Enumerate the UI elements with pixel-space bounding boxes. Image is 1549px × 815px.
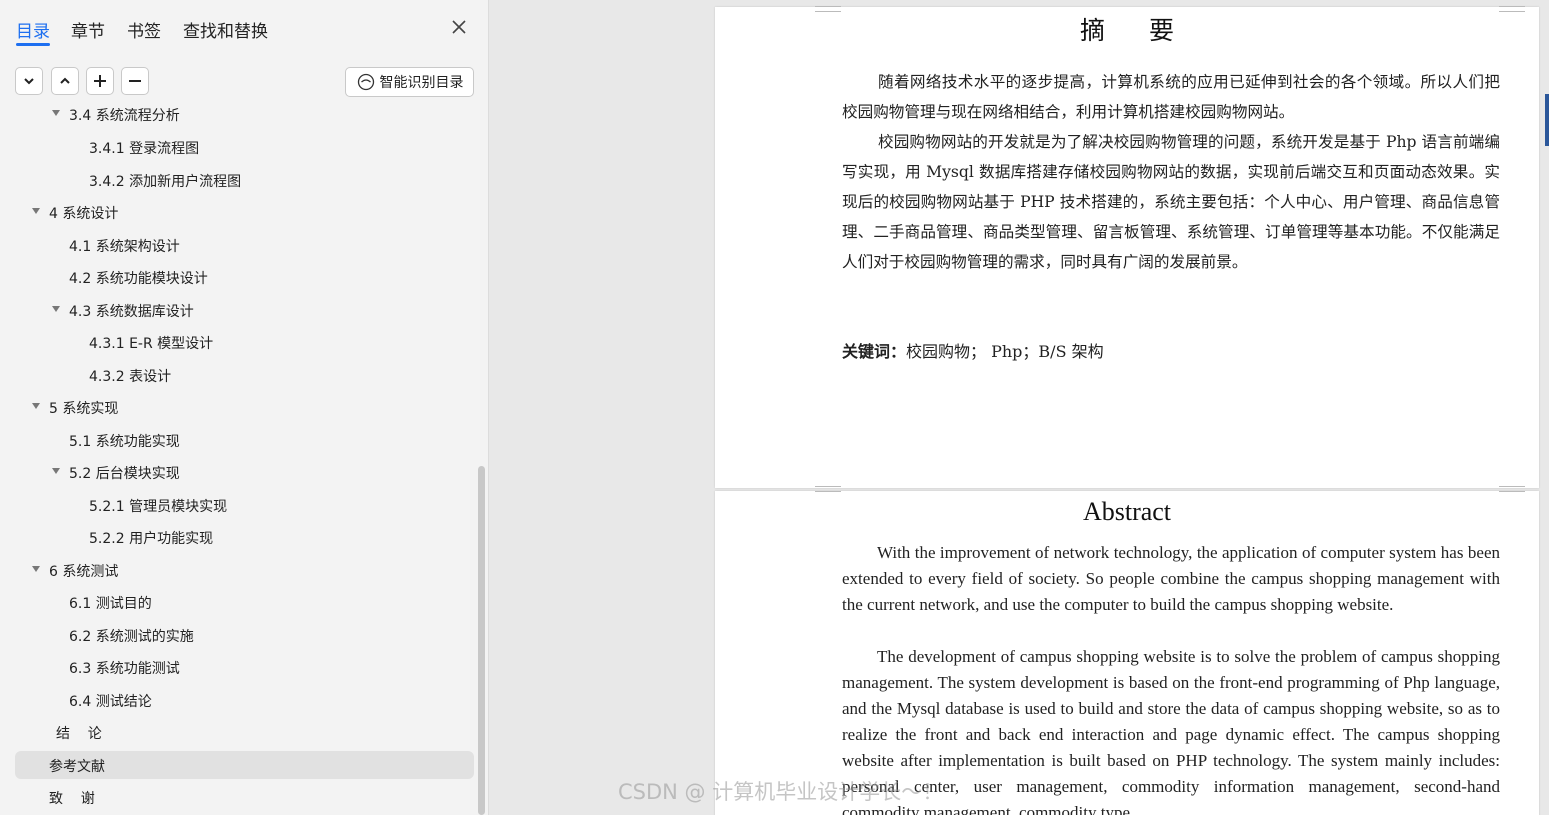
abstract-title-en: Abstract bbox=[1082, 497, 1172, 526]
toc-item[interactable]: 4.3 系统数据库设计 bbox=[15, 296, 474, 324]
caret-down-icon bbox=[52, 306, 60, 312]
ruler-marker bbox=[1545, 94, 1549, 146]
collapse-down-button[interactable] bbox=[15, 67, 43, 95]
toc-item[interactable]: 致 谢 bbox=[15, 783, 474, 811]
toc-item[interactable]: 6.1 测试目的 bbox=[15, 588, 474, 616]
keywords-line: 关键词：校园购物； Php；B/S 架构 bbox=[842, 338, 1104, 362]
toc-item[interactable]: 5 系统实现 bbox=[15, 393, 474, 421]
tab-find-replace[interactable]: 查找和替换 bbox=[183, 17, 268, 42]
tab-toc[interactable]: 目录 bbox=[16, 17, 50, 42]
close-sidebar-button[interactable] bbox=[448, 16, 470, 38]
tab-chapters[interactable]: 章节 bbox=[71, 17, 105, 42]
toc-item[interactable]: 5.2.2 用户功能实现 bbox=[15, 523, 474, 551]
toc-item[interactable]: 6.3 系统功能测试 bbox=[15, 653, 474, 681]
toc-item[interactable]: 4.2 系统功能模块设计 bbox=[15, 263, 474, 291]
toc-item[interactable]: 3.4.1 登录流程图 bbox=[15, 133, 474, 161]
chevron-up-icon bbox=[60, 77, 70, 84]
smart-toc-button[interactable]: 智能识别目录 bbox=[345, 67, 474, 97]
toc-item[interactable]: 6.4 测试结论 bbox=[15, 686, 474, 714]
toc-item[interactable]: 结 论 bbox=[15, 718, 474, 746]
caret-down-icon bbox=[32, 208, 40, 214]
add-heading-button[interactable] bbox=[86, 67, 114, 95]
document-page: Abstract With the improvement of network… bbox=[715, 486, 1539, 815]
document-page: 摘 要 随着网络技术水平的逐步提高，计算机系统的应用已延伸到社会的各个领域。所以… bbox=[715, 6, 1539, 488]
abstract-title-cn: 摘 要 bbox=[1080, 16, 1192, 45]
sidebar-tabs: 目录 章节 书签 查找和替换 bbox=[0, 0, 488, 56]
smart-toc-label: 智能识别目录 bbox=[379, 75, 464, 91]
tab-bookmarks[interactable]: 书签 bbox=[127, 17, 161, 42]
toc-scrollbar-thumb[interactable] bbox=[478, 466, 485, 815]
keywords-label: 关键词： bbox=[842, 342, 907, 361]
expand-up-button[interactable] bbox=[51, 67, 79, 95]
toc-tree: 3.4 系统流程分析 3.4.1 登录流程图 3.4.2 添加新用户流程图 4 … bbox=[0, 108, 478, 815]
toc-item[interactable]: 6.2 系统测试的实施 bbox=[15, 621, 474, 649]
toc-item[interactable]: 5.2.1 管理员模块实现 bbox=[15, 491, 474, 519]
toc-item[interactable]: 6 系统测试 bbox=[15, 556, 474, 584]
toc-item[interactable]: 3.4 系统流程分析 bbox=[15, 108, 474, 128]
paragraph: With the improvement of network technolo… bbox=[842, 543, 1500, 614]
toc-item[interactable]: 4.1 系统架构设计 bbox=[15, 231, 474, 259]
remove-heading-button[interactable] bbox=[121, 67, 149, 95]
caret-down-icon bbox=[52, 110, 60, 116]
toc-item-selected[interactable]: 参考文献 bbox=[15, 751, 474, 779]
plus-icon bbox=[94, 75, 106, 87]
ai-scan-icon bbox=[357, 73, 374, 91]
paragraph: 随着网络技术水平的逐步提高，计算机系统的应用已延伸到社会的各个领域。所以人们把校… bbox=[842, 73, 1500, 121]
caret-down-icon bbox=[52, 468, 60, 474]
page-corner-mark bbox=[815, 486, 841, 492]
paragraph: 校园购物网站的开发就是为了解决校园购物管理的问题，系统开发是基于 Php 语言前… bbox=[842, 133, 1500, 271]
document-area: 摘 要 随着网络技术水平的逐步提高，计算机系统的应用已延伸到社会的各个领域。所以… bbox=[490, 0, 1549, 815]
toc-item[interactable]: 4 系统设计 bbox=[15, 198, 474, 226]
close-icon bbox=[452, 20, 466, 34]
caret-down-icon bbox=[32, 403, 40, 409]
chevron-down-icon bbox=[24, 78, 34, 85]
toc-item[interactable]: 4.3.2 表设计 bbox=[15, 361, 474, 389]
caret-down-icon bbox=[32, 566, 40, 572]
toc-item[interactable]: 5.1 系统功能实现 bbox=[15, 426, 474, 454]
toc-sidebar: 目录 章节 书签 查找和替换 智能识别目录 3.4 系统流程分析 3.4.1 登… bbox=[0, 0, 489, 815]
toc-item[interactable]: 4.3.1 E-R 模型设计 bbox=[15, 328, 474, 356]
toc-item[interactable]: 5.2 后台模块实现 bbox=[15, 458, 474, 486]
paragraph: The development of campus shopping websi… bbox=[842, 647, 1500, 815]
toc-item[interactable]: 3.4.2 添加新用户流程图 bbox=[15, 166, 474, 194]
active-tab-indicator bbox=[16, 43, 50, 46]
page-corner-mark bbox=[1499, 486, 1525, 492]
minus-icon bbox=[129, 80, 141, 82]
keywords-text: 校园购物； Php；B/S 架构 bbox=[906, 342, 1104, 361]
